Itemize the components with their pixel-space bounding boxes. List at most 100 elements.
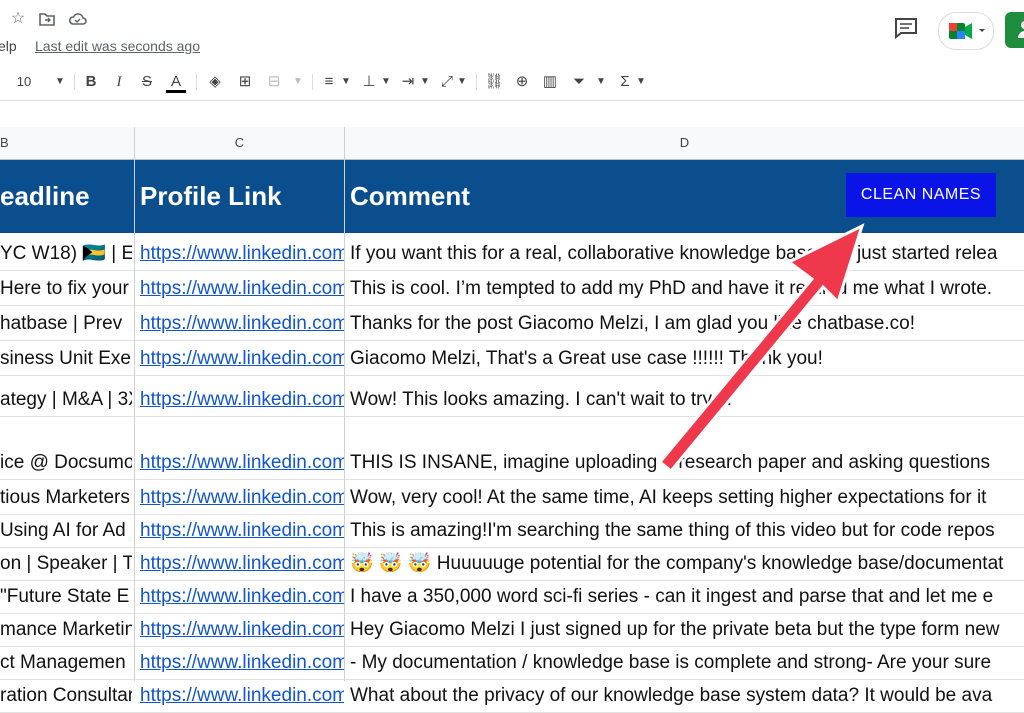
header-comment[interactable]: Comment	[350, 160, 650, 233]
cell-headline[interactable]: mance Marketin	[0, 619, 132, 641]
clean-names-button[interactable]: CLEAN NAMES	[846, 173, 996, 217]
filter-icon[interactable]: ⏷	[570, 72, 588, 92]
cell-profile-link[interactable]: https://www.linkedin.com	[140, 520, 344, 542]
last-edit-link[interactable]: Last edit was seconds ago	[35, 38, 200, 54]
vertical-align-icon[interactable]: ⊥	[360, 72, 378, 92]
cell-comment[interactable]: Wow, very cool! At the same time, AI kee…	[350, 487, 1024, 509]
italic-icon[interactable]: I	[111, 72, 127, 92]
cell-headline[interactable]: ice @ Docsumo	[0, 452, 132, 474]
horizontal-align-dropdown-icon[interactable]: ▼	[340, 72, 352, 92]
comment-icon[interactable]	[893, 16, 919, 40]
move-to-folder-icon[interactable]	[38, 10, 56, 28]
cell-comment[interactable]: THIS IS INSANE, imagine uploading a rese…	[350, 452, 1024, 474]
header-headline[interactable]: eadline	[0, 160, 132, 233]
cell-comment[interactable]: Hey Giacomo Melzi I just signed up for t…	[350, 619, 1024, 641]
borders-icon[interactable]: ⊞	[236, 72, 254, 92]
text-color-icon[interactable]: A	[166, 72, 186, 93]
cell-headline[interactable]: YC W18) 🇧🇸 | E	[0, 241, 132, 265]
star-icon[interactable]: ☆	[9, 10, 27, 28]
column-header-d[interactable]: D	[345, 127, 1024, 159]
fill-color-icon[interactable]: ◈	[205, 72, 225, 92]
table-row: Here to fix your https://www.linkedin.com…	[0, 271, 1024, 306]
cell-profile-link[interactable]: https://www.linkedin.com	[140, 619, 344, 641]
table-row: siness Unit Exe https://www.linkedin.com G…	[0, 341, 1024, 376]
table-row: ration Consultar https://www.linkedin.com…	[0, 680, 1024, 713]
formatting-toolbar: 10 ▼ B I S A ◈ ⊞ ⊟ ▼ ≡ ▼ ⊥ ▼ ⇥ ▼ ⤢ ▼ ⛓ ⊕…	[0, 64, 1024, 101]
insert-link-icon[interactable]: ⛓	[484, 72, 504, 92]
table-row: YC W18) 🇧🇸 | E https://www.linkedin.com If…	[0, 236, 1024, 271]
cell-profile-link[interactable]: https://www.linkedin.com	[140, 553, 344, 575]
functions-dropdown-icon[interactable]: ▼	[635, 72, 647, 92]
filter-dropdown-icon[interactable]: ▼	[595, 72, 607, 92]
table-row: on | Speaker | T https://www.linkedin.com…	[0, 548, 1024, 581]
column-header-c[interactable]: C	[135, 127, 345, 159]
functions-icon[interactable]: Σ	[616, 72, 634, 92]
wrapping-dropdown-icon[interactable]: ▼	[419, 72, 431, 92]
cell-profile-link[interactable]: https://www.linkedin.com	[140, 452, 344, 474]
column-divider	[344, 127, 345, 681]
table-row: ct Managemen https://www.linkedin.com - My…	[0, 647, 1024, 680]
merge-dropdown-icon[interactable]: ▼	[292, 72, 304, 92]
cell-headline[interactable]: ct Managemen	[0, 652, 132, 674]
cell-comment[interactable]: I have a 350,000 word sci-fi series - ca…	[350, 586, 1024, 608]
cell-profile-link[interactable]: https://www.linkedin.com	[140, 586, 344, 608]
font-size-dropdown-icon[interactable]: ▼	[54, 72, 66, 92]
cell-comment[interactable]: - My documentation / knowledge base is c…	[350, 652, 1024, 674]
cloud-saved-icon[interactable]	[68, 10, 87, 28]
column-header-b[interactable]: B	[0, 127, 135, 159]
cell-comment[interactable]: Giacomo Melzi, That's a Great use case !…	[350, 348, 1024, 370]
vertical-align-dropdown-icon[interactable]: ▼	[380, 72, 392, 92]
bold-icon[interactable]: B	[83, 72, 99, 92]
insert-chart-icon[interactable]: ▥	[541, 72, 559, 92]
top-bar: ☆ elp Last edit was seconds ago	[0, 0, 1024, 64]
cell-comment[interactable]: If you want this for a real, collaborati…	[350, 243, 1024, 265]
column-divider	[134, 127, 135, 681]
text-wrapping-icon[interactable]: ⇥	[398, 72, 418, 92]
toolbar-divider	[476, 74, 477, 90]
cell-profile-link[interactable]: https://www.linkedin.com	[140, 487, 344, 509]
cell-headline[interactable]: hatbase | Prev	[0, 313, 132, 335]
font-size-value[interactable]: 10	[14, 72, 34, 92]
merge-cells-icon[interactable]: ⊟	[265, 72, 283, 92]
cell-profile-link[interactable]: https://www.linkedin.com	[140, 685, 344, 707]
cell-comment[interactable]: This is amazing!I'm searching the same t…	[350, 520, 1024, 542]
cell-profile-link[interactable]: https://www.linkedin.com	[140, 348, 344, 370]
rotation-dropdown-icon[interactable]: ▼	[456, 72, 468, 92]
cell-headline[interactable]: tious Marketers	[0, 487, 132, 509]
table-row: tious Marketers https://www.linkedin.com W…	[0, 480, 1024, 515]
text-rotation-icon[interactable]: ⤢	[437, 72, 457, 92]
cell-comment[interactable]: 🤯 🤯 🤯 Huuuuuge potential for the company…	[350, 551, 1024, 575]
cell-headline[interactable]: "Future State E	[0, 586, 132, 608]
table-row: "Future State E https://www.linkedin.com I…	[0, 581, 1024, 614]
cell-headline[interactable]: ategy | M&A | 3X	[0, 389, 132, 411]
toolbar-divider	[312, 74, 313, 90]
table-row: ice @ Docsumo https://www.linkedin.com THI…	[0, 417, 1024, 480]
horizontal-align-icon[interactable]: ≡	[320, 72, 338, 92]
menu-help[interactable]: elp	[0, 38, 17, 54]
cell-comment[interactable]: What about the privacy of our knowledge …	[350, 685, 1024, 707]
cell-profile-link[interactable]: https://www.linkedin.com	[140, 652, 344, 674]
cell-comment[interactable]: Wow! This looks amazing. I can't wait to…	[350, 389, 1024, 411]
strikethrough-icon[interactable]: S	[139, 72, 155, 92]
cell-headline[interactable]: on | Speaker | T	[0, 553, 132, 575]
table-row: Using AI for Ad https://www.linkedin.com T…	[0, 515, 1024, 548]
cell-profile-link[interactable]: https://www.linkedin.com	[140, 313, 344, 335]
table-row: mance Marketin https://www.linkedin.com He…	[0, 614, 1024, 647]
data-grid: YC W18) 🇧🇸 | E https://www.linkedin.com If…	[0, 236, 1024, 713]
cell-comment[interactable]: This is cool. I’m tempted to add my PhD …	[350, 278, 1024, 300]
cell-profile-link[interactable]: https://www.linkedin.com	[140, 243, 344, 265]
cell-profile-link[interactable]: https://www.linkedin.com	[140, 278, 344, 300]
google-meet-icon[interactable]	[938, 12, 994, 50]
insert-comment-icon[interactable]: ⊕	[513, 72, 531, 92]
column-headers: B C D	[0, 127, 1024, 160]
table-row: hatbase | Prev https://www.linkedin.com Th…	[0, 306, 1024, 341]
cell-profile-link[interactable]: https://www.linkedin.com	[140, 389, 344, 411]
share-icon[interactable]	[1005, 12, 1024, 48]
cell-headline[interactable]: Using AI for Ad	[0, 520, 132, 542]
formula-bar[interactable]	[0, 101, 1024, 128]
header-profile-link[interactable]: Profile Link	[140, 160, 344, 233]
cell-headline[interactable]: siness Unit Exe	[0, 348, 132, 370]
cell-headline[interactable]: Here to fix your	[0, 278, 132, 300]
cell-headline[interactable]: ration Consultar	[0, 685, 132, 707]
cell-comment[interactable]: Thanks for the post Giacomo Melzi, I am …	[350, 313, 1024, 335]
